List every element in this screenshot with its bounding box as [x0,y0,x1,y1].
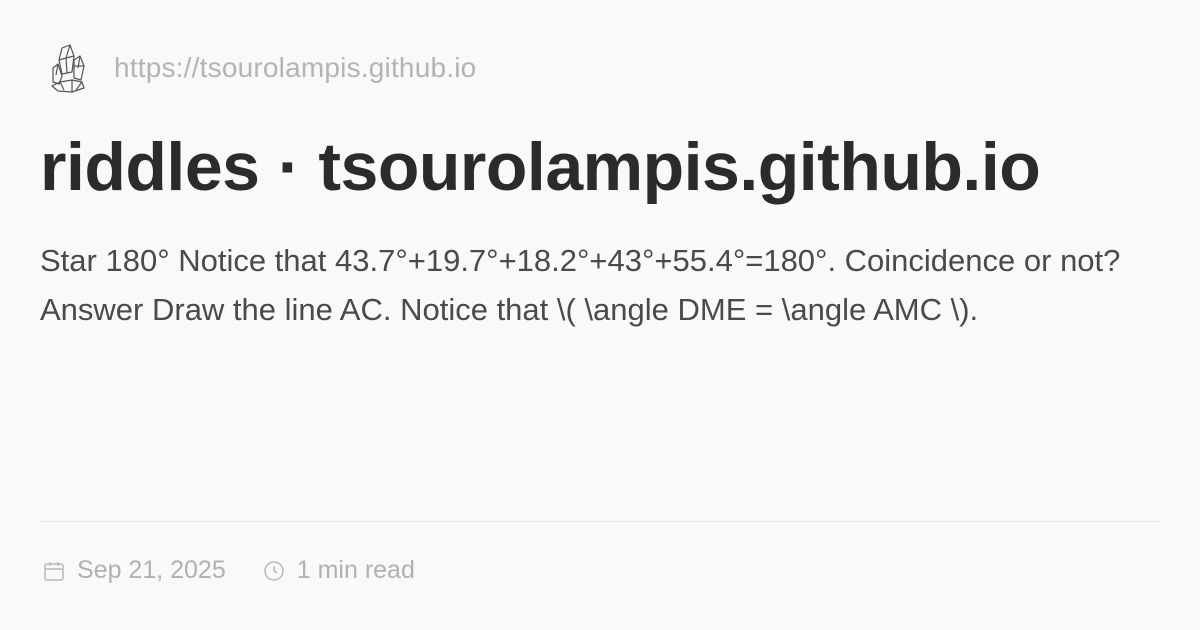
site-url[interactable]: https://tsourolampis.github.io [114,52,476,84]
read-time: 1 min read [262,556,415,585]
calendar-icon [44,561,64,581]
clock-icon [264,560,284,581]
crystal-cluster-icon[interactable] [48,42,88,94]
post-excerpt: Star 180° Notice that 43.7°+19.7°+18.2°+… [40,243,1121,327]
post-date: Sep 21, 2025 [42,556,226,585]
post-meta: Sep 21, 2025 1 min read [42,556,415,585]
site-header: https://tsourolampis.github.io [48,42,476,94]
post-date-text: Sep 21, 2025 [77,556,226,584]
divider [40,521,1160,522]
read-time-text: 1 min read [296,556,415,584]
page-title: riddles · tsourolampis.github.io [40,129,1041,205]
